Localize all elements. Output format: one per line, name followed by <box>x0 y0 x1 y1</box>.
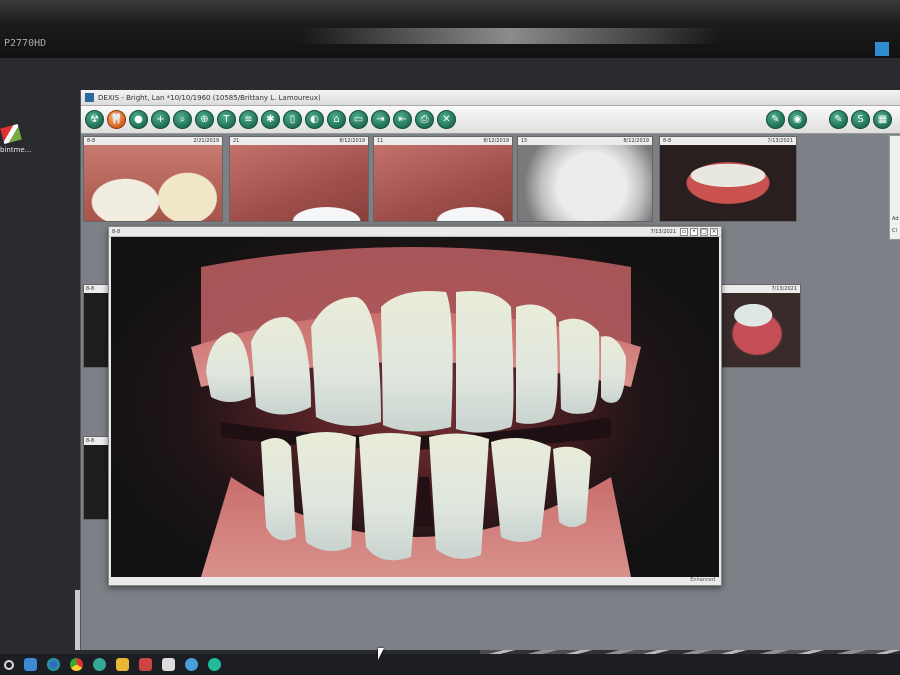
thumbnail[interactable]: 8-8 7/13/2021 <box>659 136 797 222</box>
task-view-icon[interactable] <box>24 658 37 671</box>
folder-icon[interactable]: ▭ <box>349 110 368 129</box>
window-title: DEXIS - Bright, Lan *10/10/1960 (10585/B… <box>98 93 321 102</box>
person-icon[interactable]: ● <box>129 110 148 129</box>
shortcut-label: bintme... <box>0 146 32 154</box>
thumbnail-label: 8-8 <box>663 138 672 144</box>
thumbnail-date: 8/12/2019 <box>339 138 365 144</box>
tools-icon[interactable]: T <box>217 110 236 129</box>
compare-icon[interactable]: ▯ <box>283 110 302 129</box>
app-icon <box>85 93 94 102</box>
print-icon[interactable]: ⎙ <box>415 110 434 129</box>
toolbar-right-group-2: ✎ S ▦ <box>829 110 892 129</box>
image-icon[interactable]: ◐ <box>305 110 324 129</box>
thumbnail-image <box>230 145 368 221</box>
dexis-taskbar-icon[interactable] <box>93 658 106 671</box>
sparkle-icon[interactable]: ✱ <box>261 110 280 129</box>
export-icon[interactable]: ⇥ <box>371 110 390 129</box>
close-icon[interactable]: × <box>710 227 718 236</box>
app-icon[interactable] <box>139 658 152 671</box>
radiation-icon[interactable]: ☢ <box>85 110 104 129</box>
zoom-plus-icon[interactable]: ⊕ <box>195 110 214 129</box>
pen-icon[interactable]: ✎ <box>766 110 785 129</box>
grid-icon[interactable]: ▦ <box>873 110 892 129</box>
maximize-icon[interactable]: □ <box>700 227 708 236</box>
thumbnail[interactable]: 8-8 2/21/2019 <box>83 136 223 222</box>
monitor-bezel: P2770HD <box>0 0 900 58</box>
thumbnail-label: 8-8 <box>84 285 108 293</box>
thumbnail-label: 8-8 <box>87 138 96 144</box>
viewer-label: 8-8 <box>112 228 121 235</box>
s-icon[interactable]: S <box>851 110 870 129</box>
windows-icon <box>875 42 889 56</box>
panel-item[interactable]: Ad <box>892 216 899 222</box>
window-titlebar[interactable]: DEXIS - Bright, Lan *10/10/1960 (10585/B… <box>81 90 900 106</box>
panel-item[interactable]: Cl <box>892 228 897 234</box>
thumbnail-date: 8/12/2019 <box>483 138 509 144</box>
zoom-icon[interactable]: ⌕ <box>173 110 192 129</box>
thumbnail-image <box>374 145 512 221</box>
dexis-active-icon[interactable] <box>208 658 221 671</box>
thumbnail-date: 7/13/2021 <box>767 138 793 144</box>
thumbnail-strip: 8-8 2/21/2019 21 8/12/2019 11 8/12/2019 15 8… <box>83 136 798 222</box>
thumbnail-image <box>660 145 796 221</box>
thumbnail-date: 7/13/2021 <box>722 285 800 293</box>
list-icon[interactable]: ≡ <box>239 110 258 129</box>
mouse-cursor <box>378 648 390 660</box>
screen-glare <box>300 28 720 44</box>
viewer-date: 7/13/2021 <box>650 228 676 235</box>
tooth-icon[interactable]: 🦷 <box>107 110 126 129</box>
teeth-photo-drawing <box>191 247 641 577</box>
thumbnail-image <box>518 145 652 221</box>
thumbnail[interactable]: 21 8/12/2019 <box>229 136 369 222</box>
thumbnail-date: 8/12/2019 <box>623 138 649 144</box>
edge-icon[interactable] <box>47 658 60 671</box>
add-icon[interactable]: + <box>151 110 170 129</box>
desktop-shortcut[interactable]: bintme... <box>0 123 32 154</box>
intraoral-photo <box>111 237 719 577</box>
main-toolbar: ☢ 🦷 ● + ⌕ ⊕ T ≡ ✱ ▯ ◐ ⌂ ▭ ⇥ ⇤ ⎙ ✕ ✎ ◉ ✎ … <box>81 106 900 134</box>
pin-icon[interactable]: • <box>690 227 698 236</box>
thumbnail-image <box>722 293 800 367</box>
camera-icon[interactable]: ◉ <box>788 110 807 129</box>
restore-icon[interactable]: ▫ <box>680 227 688 236</box>
search-icon[interactable] <box>4 659 14 670</box>
thumbnail-label: 15 <box>521 138 528 144</box>
monitor-model-label: P2770HD <box>4 38 47 49</box>
chrome-icon[interactable] <box>70 658 83 671</box>
image-viewer-window: 8-8 7/13/2021 ▫ • □ × Enhanced <box>108 226 722 586</box>
import-icon[interactable]: ⇤ <box>393 110 412 129</box>
toolbar-right-group: ✎ ◉ <box>766 110 807 129</box>
dental-app-icon[interactable] <box>185 658 198 671</box>
tooth-app-icon[interactable] <box>162 658 175 671</box>
home-icon[interactable]: ⌂ <box>327 110 346 129</box>
thumbnail[interactable]: 15 8/12/2019 <box>517 136 653 222</box>
pen2-icon[interactable]: ✎ <box>829 110 848 129</box>
right-tool-panel: Ad Cl <box>889 135 900 240</box>
shortcut-icon <box>0 123 22 145</box>
thumbnail-image <box>84 145 222 221</box>
viewer-titlebar[interactable]: 8-8 7/13/2021 ▫ • □ × <box>109 227 721 237</box>
side-thumbnail[interactable]: 8-8 <box>83 284 109 368</box>
photo-of-monitor: P2770HD bintme... DEXIS - Bright, Lan *1… <box>0 0 900 675</box>
close-icon[interactable]: ✕ <box>437 110 456 129</box>
side-thumbnail[interactable]: 8-8 <box>83 436 109 520</box>
thumbnail-date: 2/21/2019 <box>193 138 219 144</box>
viewer-footer: Enhanced <box>690 577 715 583</box>
thumbnail[interactable]: 11 8/12/2019 <box>373 136 513 222</box>
thumbnail-label: 21 <box>233 138 240 144</box>
thumbnail-label: 8-8 <box>84 437 108 445</box>
thumbnail-label: 11 <box>377 138 384 144</box>
file-explorer-icon[interactable] <box>116 658 129 671</box>
taskbar <box>0 654 900 675</box>
right-thumbnail[interactable]: 7/13/2021 <box>721 284 801 368</box>
